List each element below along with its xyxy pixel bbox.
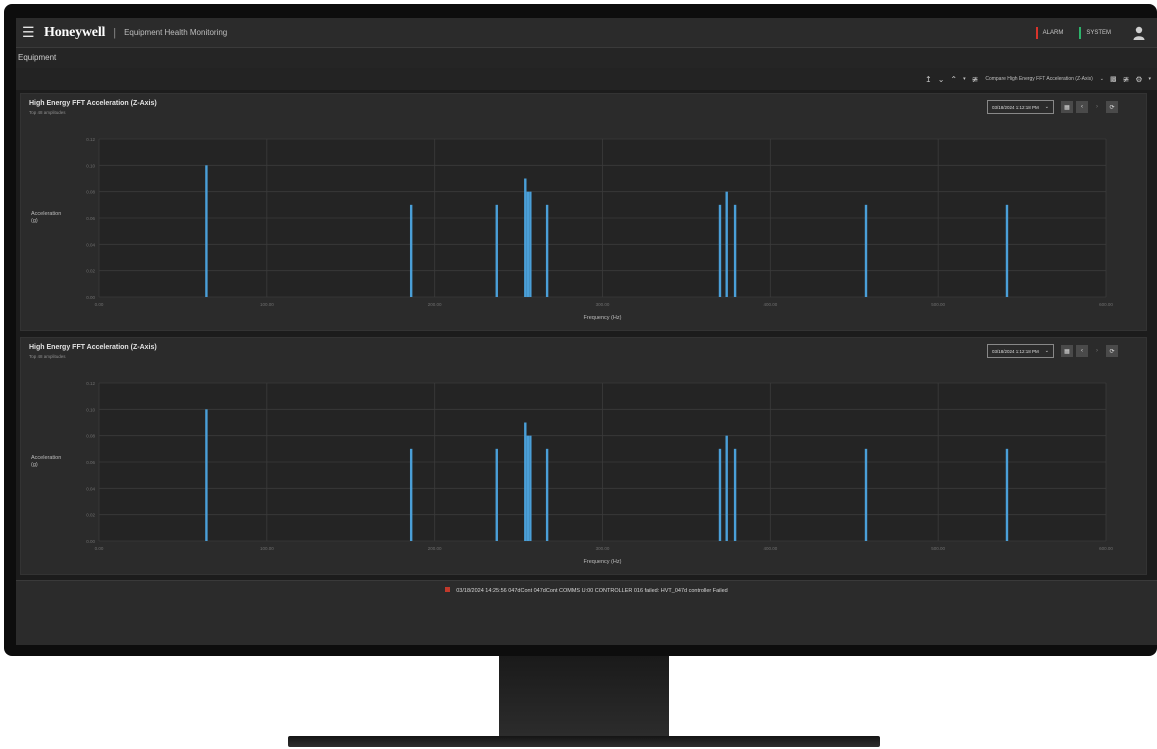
app-screen: ☰ Honeywell | Equipment Health Monitorin… [16, 18, 1157, 645]
y-tick-label: 0.08 [86, 190, 95, 195]
fft-chart-2: 0.00 0.02 0.04 0.06 0.08 0.10 0.12 0.00 100.00 20… [31, 381, 1113, 565]
fft-bar [495, 448, 498, 541]
fft-bar [524, 422, 527, 541]
x-tick-label: 100.00 [260, 546, 274, 551]
y-tick-label: 0.12 [86, 381, 95, 386]
chevron-up-icon[interactable]: ⌃ [950, 75, 957, 84]
alarm-status[interactable]: ALARM [1035, 26, 1064, 39]
x-tick-label: 100.00 [260, 302, 274, 307]
app-title: Equipment Health Monitoring [124, 28, 228, 37]
calendar-icon[interactable]: ▩ [1110, 75, 1117, 83]
top-bar: ☰ Honeywell | Equipment Health Monitorin… [16, 18, 1157, 48]
menu-icon[interactable]: ☰ [22, 24, 38, 41]
fft-bar [524, 178, 527, 297]
chevron-down-icon[interactable]: ⌄ [938, 75, 945, 84]
y-tick-label: 0.00 [86, 539, 95, 544]
fft-chart-1: 0.00 0.02 0.04 0.06 0.08 0.10 0.12 0.00 100.00 20… [31, 137, 1113, 321]
breadcrumb-equipment[interactable]: Equipment [18, 53, 56, 62]
x-axis-label: Frequency (Hz) [584, 559, 622, 565]
chart-panel-2: High Energy FFT Acceleration (Z-Axis) To… [20, 337, 1147, 575]
monitor-stand-neck [499, 656, 669, 736]
x-tick-label: 400.00 [763, 546, 777, 551]
user-avatar-icon[interactable] [1127, 18, 1151, 47]
y-tick-label: 0.00 [86, 295, 95, 300]
y-axis-label-line: (g) [31, 462, 38, 468]
x-tick-label: 300.00 [596, 546, 610, 551]
fft-bar [718, 448, 722, 541]
system-label: SYSTEM [1086, 29, 1111, 36]
top-right-status: ALARM SYSTEM [1035, 18, 1157, 47]
x-axis-label: Frequency (Hz) [584, 315, 622, 321]
fft-bar [205, 165, 208, 297]
fft-bar [725, 191, 728, 297]
monitor-bezel: ☰ Honeywell | Equipment Health Monitorin… [4, 4, 1157, 656]
compare-select[interactable]: Compare High Energy FFT Acceleration (Z-… [985, 76, 1092, 82]
fft-bar [864, 448, 868, 541]
x-tick-label: 500.00 [931, 546, 945, 551]
toolbar: ↥ ⌄ ⌃ ▾ ≇ Compare High Energy FFT Accele… [16, 68, 1157, 90]
fft-bar [529, 435, 532, 541]
alarm-indicator-icon [1035, 26, 1038, 39]
y-axis-label: Acceleration (g) [31, 211, 61, 224]
y-tick-label: 0.02 [86, 513, 95, 518]
compare-dropdown-icon[interactable]: ⌄ [1100, 76, 1104, 82]
y-axis-label-line: (g) [31, 218, 38, 224]
x-tick-label: 400.00 [763, 302, 777, 307]
y-tick-label: 0.04 [86, 242, 95, 247]
trend-icon[interactable]: ≇ [1123, 75, 1130, 84]
x-tick-label: 0.00 [95, 546, 104, 551]
fft-bar [495, 204, 498, 297]
fft-bar [526, 191, 530, 297]
settings-dropdown-icon[interactable]: ▾ [1148, 76, 1151, 82]
fft-bar [205, 409, 208, 541]
x-tick-label: 300.00 [596, 302, 610, 307]
y-tick-label: 0.02 [86, 269, 95, 274]
fft-bar [545, 448, 549, 541]
fft-bar [529, 191, 532, 297]
fft-bar [733, 204, 737, 297]
y-axis-label-line: Acceleration [31, 211, 61, 217]
y-tick-label: 0.06 [86, 460, 95, 465]
fft-bar [409, 204, 413, 297]
dropdown-arrow-icon[interactable]: ▾ [963, 76, 966, 82]
fft-bar [718, 204, 722, 297]
system-indicator-icon [1079, 26, 1082, 39]
alarm-message: 03/18/2024 14:25:56 047dCont 047dCont CO… [456, 588, 728, 594]
y-tick-label: 0.08 [86, 434, 95, 439]
breadcrumb: Equipment [16, 48, 1157, 68]
alarm-footer: 03/18/2024 14:25:56 047dCont 047dCont CO… [16, 580, 1157, 645]
alarm-severity-icon [445, 587, 451, 592]
chart-panel-1: High Energy FFT Acceleration (Z-Axis) To… [20, 93, 1147, 331]
x-tick-label: 200.00 [428, 546, 442, 551]
x-tick-label: 600.00 [1099, 546, 1113, 551]
monitor-stand-base [288, 736, 880, 747]
y-tick-label: 0.06 [86, 216, 95, 221]
alarm-message-row[interactable]: 03/18/2024 14:25:56 047dCont 047dCont CO… [16, 587, 1157, 594]
fft-bar [409, 448, 413, 541]
y-tick-label: 0.12 [86, 137, 95, 142]
fft-bar [545, 204, 549, 297]
y-tick-label: 0.10 [86, 407, 95, 412]
fft-bar [1005, 448, 1009, 541]
gear-icon[interactable]: ⚙ [1135, 75, 1142, 84]
fft-bar [725, 435, 728, 541]
y-tick-label: 0.10 [86, 163, 95, 168]
compare-icon[interactable]: ≇ [972, 75, 979, 84]
fft-bar [864, 204, 868, 297]
x-tick-label: 200.00 [428, 302, 442, 307]
fft-bar [526, 435, 530, 541]
alarm-label: ALARM [1042, 29, 1064, 36]
fft-bar [1005, 204, 1009, 297]
upload-icon[interactable]: ↥ [925, 75, 932, 84]
fft-bar [733, 448, 737, 541]
y-axis-label-line: Acceleration [31, 455, 61, 461]
x-tick-label: 500.00 [931, 302, 945, 307]
title-separator: | [113, 26, 117, 39]
x-tick-label: 0.00 [95, 302, 104, 307]
brand-logo: Honeywell [44, 24, 106, 40]
system-status[interactable]: SYSTEM [1079, 26, 1111, 39]
x-tick-label: 600.00 [1099, 302, 1113, 307]
y-axis-label: Acceleration (g) [31, 455, 61, 468]
y-tick-label: 0.04 [86, 486, 95, 491]
